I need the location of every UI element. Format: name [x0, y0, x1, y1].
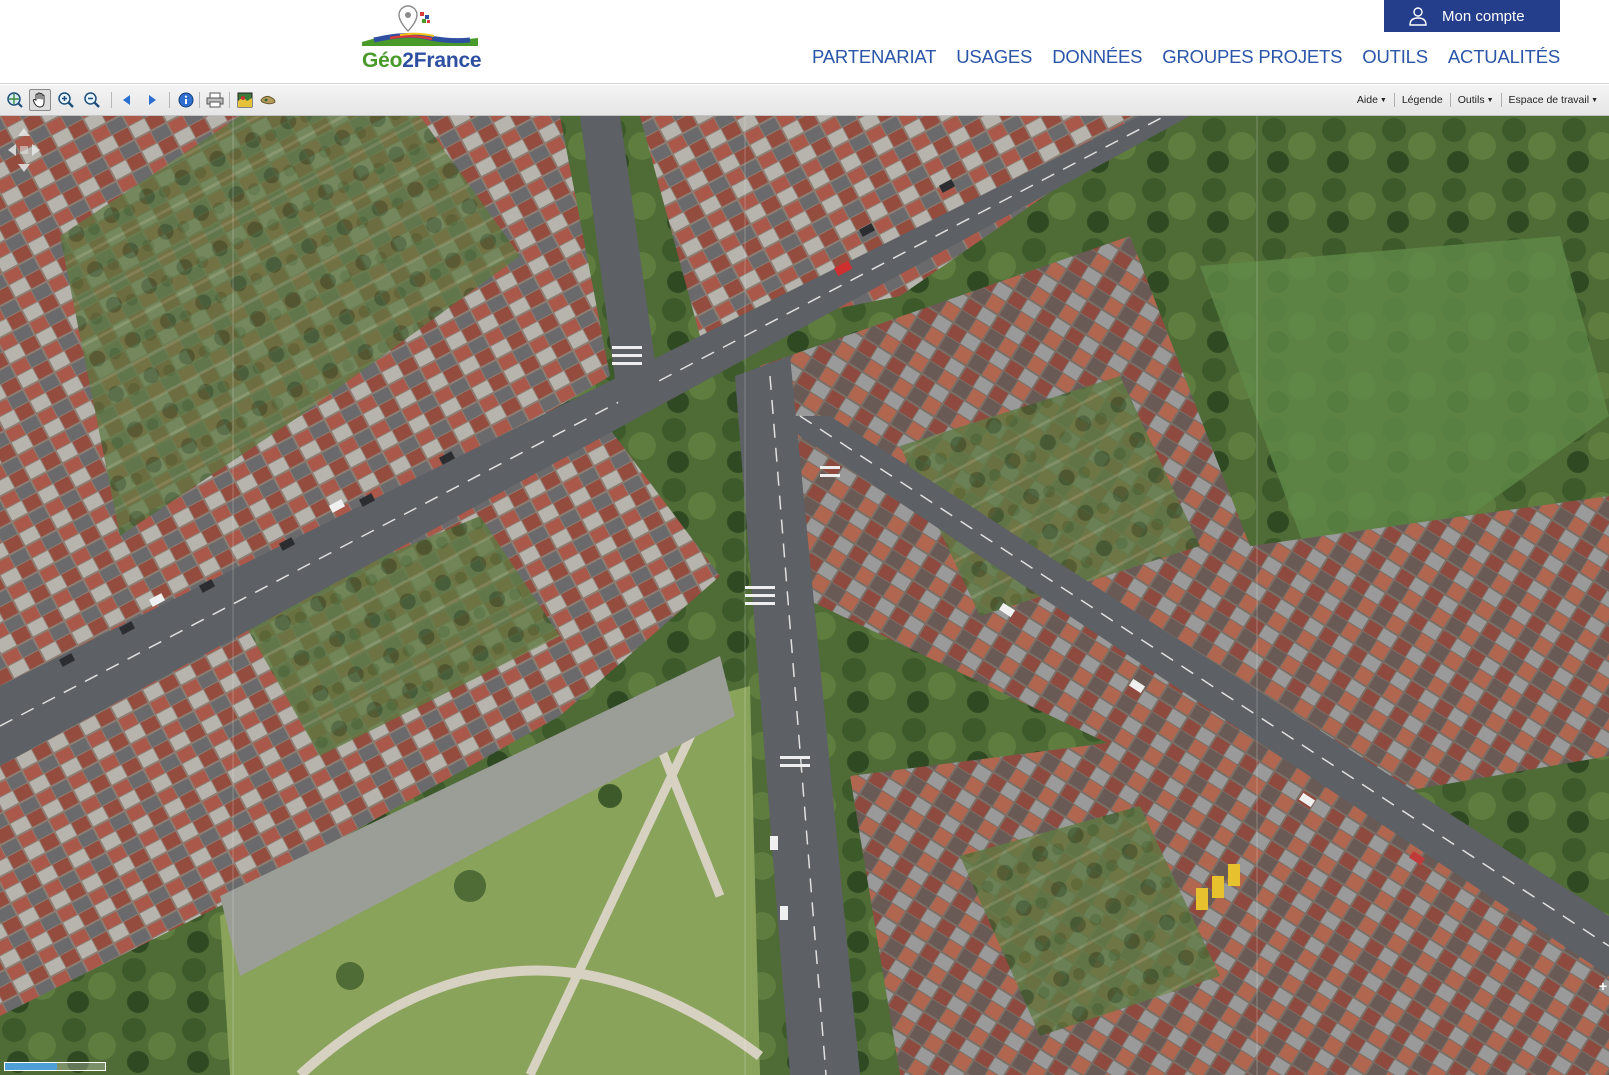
map-layer-button[interactable]	[234, 89, 256, 111]
print-button[interactable]	[204, 89, 226, 111]
pan-center-icon	[20, 146, 28, 154]
zoom-out-icon	[84, 92, 100, 108]
menu-outils-label: Outils	[1457, 94, 1485, 106]
toolbar-divider	[169, 92, 170, 108]
zoom-to-extent-button[interactable]	[4, 89, 26, 111]
scale-bar-fill	[5, 1063, 57, 1070]
menu-outils[interactable]: Outils ▼	[1451, 94, 1501, 106]
menu-legende[interactable]: Légende	[1395, 94, 1450, 106]
logo-map-pin-icon	[362, 5, 478, 46]
pan-hand-icon	[32, 92, 45, 108]
menu-aide-label: Aide	[1356, 94, 1378, 106]
caret-down-icon: ▼	[1591, 96, 1598, 104]
map-toolbar: Aide ▼ Légende Outils ▼ Espace de travail ▼	[0, 85, 1609, 116]
previous-view-button[interactable]	[116, 89, 138, 111]
main-nav: PARTENARIAT USAGES DONNÉES GROUPES PROJE…	[812, 46, 1560, 68]
nav-outils[interactable]: OUTILS	[1362, 46, 1428, 68]
nav-partenariat[interactable]: PARTENARIAT	[812, 46, 936, 68]
caret-down-icon: ▼	[1486, 96, 1494, 104]
logo-wordmark: Géo2France	[362, 49, 482, 73]
pan-control	[8, 128, 40, 172]
menu-espace-label: Espace de travail	[1508, 94, 1590, 106]
aerial-imagery[interactable]	[0, 116, 1609, 1075]
map-viewport[interactable]: +	[0, 116, 1609, 1075]
geo2france-logo[interactable]: Géo2France	[360, 2, 486, 74]
previous-view-icon	[123, 95, 130, 105]
logo-text-geo: Géo	[362, 49, 403, 72]
info-button[interactable]	[175, 89, 197, 111]
pan-button[interactable]	[29, 89, 51, 111]
toolbar-divider	[229, 92, 230, 108]
tool-extra-icon	[260, 95, 276, 105]
map-layer-icon	[237, 92, 253, 108]
next-view-icon	[149, 95, 156, 105]
zoom-to-extent-icon	[7, 92, 23, 108]
nav-groupes-projets[interactable]: GROUPES PROJETS	[1162, 46, 1342, 68]
pan-up-icon[interactable]	[18, 128, 30, 136]
info-icon	[178, 92, 194, 108]
menu-legende-label: Légende	[1401, 94, 1443, 106]
menu-espace-de-travail[interactable]: Espace de travail ▼	[1502, 94, 1605, 106]
pan-down-icon[interactable]	[18, 164, 30, 172]
pan-left-icon[interactable]	[8, 144, 16, 156]
print-icon	[206, 92, 224, 108]
caret-down-icon: ▼	[1379, 96, 1387, 104]
logo-text-france: France	[413, 49, 482, 72]
toolbar-menus: Aide ▼ Légende Outils ▼ Espace de travail ▼	[1350, 93, 1605, 107]
zoom-in-icon	[58, 92, 74, 108]
scale-bar	[4, 1062, 106, 1071]
extra-tool-button[interactable]	[257, 89, 279, 111]
menu-aide[interactable]: Aide ▼	[1350, 94, 1394, 106]
zoom-out-button[interactable]	[81, 89, 103, 111]
site-header: Géo2France Mon compte PARTENARIAT USAGES…	[0, 0, 1609, 84]
toolbar-divider	[111, 92, 112, 108]
nav-actualites[interactable]: ACTUALITÉS	[1448, 46, 1560, 68]
pan-right-icon[interactable]	[32, 144, 40, 156]
logo-text-2: 2	[402, 49, 414, 72]
account-label: Mon compte	[1442, 7, 1525, 25]
crosshair-plus-icon: +	[1598, 978, 1607, 994]
nav-usages[interactable]: USAGES	[956, 46, 1032, 68]
nav-donnees[interactable]: DONNÉES	[1052, 46, 1142, 68]
user-icon	[1409, 7, 1427, 26]
account-button[interactable]: Mon compte	[1384, 0, 1560, 32]
toolbar-divider	[199, 92, 200, 108]
zoom-in-button[interactable]	[55, 89, 77, 111]
next-view-button[interactable]	[141, 89, 163, 111]
